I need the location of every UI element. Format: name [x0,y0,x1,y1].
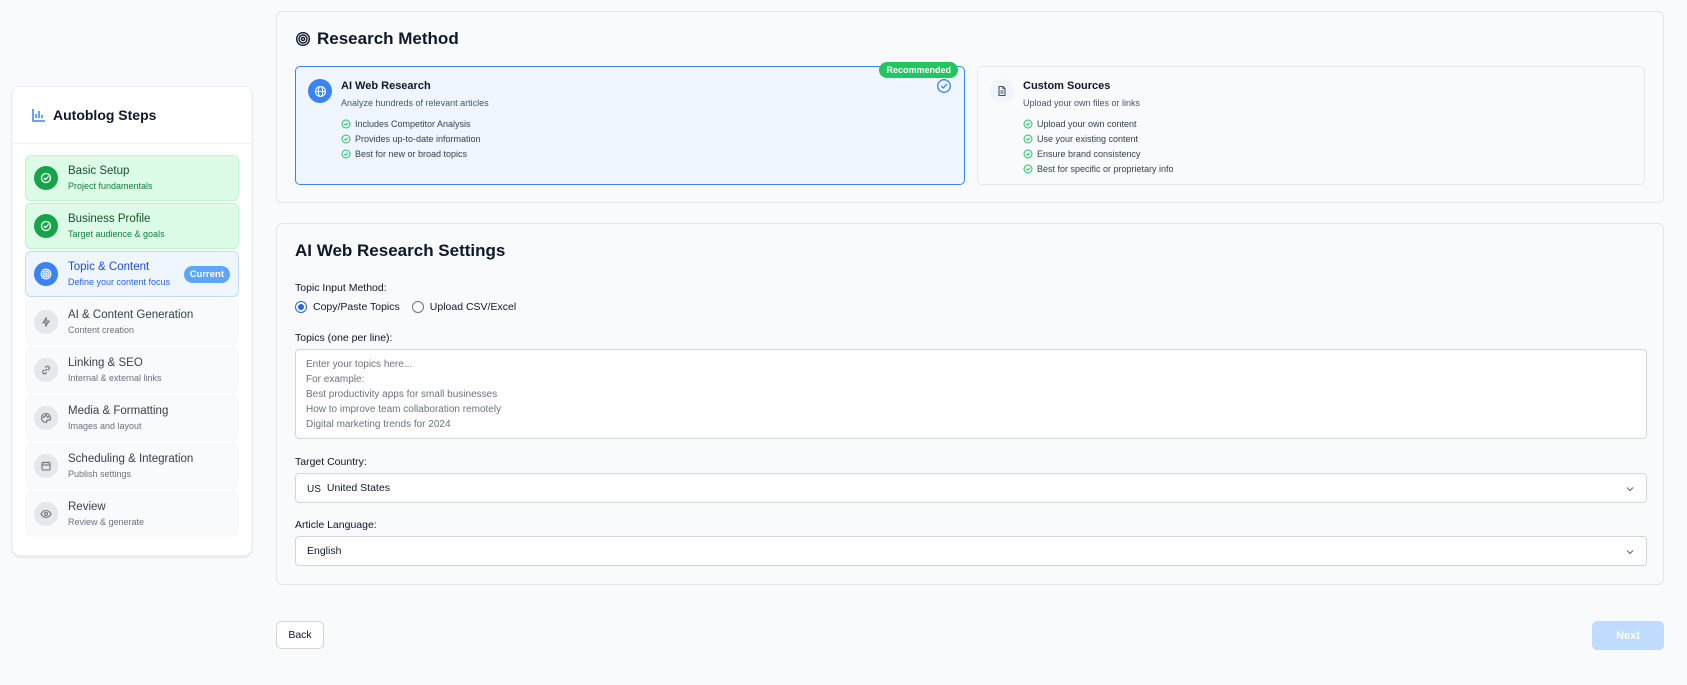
chevron-down-icon [1624,546,1636,558]
radio-label: Copy/Paste Topics [313,301,400,313]
step-sublabel: Define your content focus [68,277,171,287]
check-circle-icon [34,166,58,190]
lightning-icon [34,310,58,334]
topics-label: Topics (one per line): [295,332,393,344]
check-circle-icon [1023,119,1033,129]
topics-textarea[interactable]: Enter your topics here... For example: B… [295,349,1647,439]
feature-text: Use your existing content [1037,133,1139,144]
check-circle-icon [1023,149,1033,159]
link-icon [34,358,58,382]
feature-text: Ensure brand consistency [1037,148,1141,159]
target-country-select[interactable]: US United States [295,473,1647,503]
step-ai-content-generation[interactable]: AI & Content Generation Content creation [25,299,239,345]
radio-unselected-icon[interactable] [411,301,424,313]
step-sublabel: Project fundamentals [68,181,153,191]
sidebar-title: Autoblog Steps [53,107,157,123]
step-sublabel: Content creation [68,325,135,335]
option-title: Custom Sources [1023,80,1111,92]
option-description: Upload your own files or links [1023,98,1141,108]
topic-input-method-label: Topic Input Method: [295,282,387,294]
step-label: AI & Content Generation [68,309,194,321]
topic-input-method-group: Copy/Paste Topics Upload CSV/Excel [295,301,528,313]
step-label: Scheduling & Integration [68,453,194,465]
step-sublabel: Images and layout [68,421,142,431]
feature-list: Includes Competitor Analysis Provides up… [341,116,481,161]
option-title: AI Web Research [341,80,431,92]
step-label: Topic & Content [68,261,150,273]
option-ai-web-research[interactable]: Recommended AI Web Research Analyze hund… [295,62,965,185]
recommended-badge: Recommended [879,62,958,78]
feature-text: Best for specific or proprietary info [1037,163,1174,174]
check-circle-icon [1023,134,1033,144]
step-media-formatting[interactable]: Media & Formatting Images and layout [25,395,239,441]
step-sublabel: Target audience & goals [68,229,165,239]
check-circle-icon [341,134,351,144]
file-text-icon [990,79,1014,103]
calendar-icon [34,454,58,478]
step-linking-seo[interactable]: Linking & SEO Internal & external links [25,347,239,393]
check-circle-icon [341,119,351,129]
step-sublabel: Review & generate [68,517,145,527]
list-item: Ensure brand consistency [1023,146,1174,161]
step-business-profile[interactable]: Business Profile Target audience & goals [25,203,239,249]
list-item: Best for specific or proprietary info [1023,161,1174,176]
list-item: Best for new or broad topics [341,146,481,161]
target-icon [295,31,311,47]
radio-selected-icon[interactable] [295,301,307,313]
radio-label: Upload CSV/Excel [429,301,517,313]
feature-text: Upload your own content [1037,118,1137,129]
autoblog-steps-sidebar: Autoblog Steps Basic Setup Project funda… [12,86,252,556]
feature-text: Provides up-to-date information [355,133,481,144]
eye-icon [34,502,58,526]
select-value: United States [326,482,390,494]
feature-text: Includes Competitor Analysis [355,118,471,129]
option-description: Analyze hundreds of relevant articles [341,98,489,108]
check-circle-icon [341,149,351,159]
step-label: Linking & SEO [68,357,143,369]
select-value: English [307,545,342,557]
article-language-select[interactable]: English [295,536,1647,566]
check-circle-icon [34,214,58,238]
sidebar-header: Autoblog Steps [13,87,251,144]
step-topic-content[interactable]: Topic & Content Define your content focu… [25,251,239,297]
list-item: Use your existing content [1023,131,1174,146]
ai-web-research-settings-card: AI Web Research Settings Topic Input Met… [276,223,1664,585]
step-label: Review [68,501,106,513]
radio-copy-paste[interactable]: Copy/Paste Topics [295,301,400,313]
globe-icon [308,79,332,103]
check-circle-icon [1023,164,1033,174]
list-item: Upload your own content [1023,116,1174,131]
list-item: Provides up-to-date information [341,131,481,146]
step-scheduling-integration[interactable]: Scheduling & Integration Publish setting… [25,443,239,489]
chevron-down-icon [1624,483,1636,495]
step-sublabel: Internal & external links [68,373,162,383]
step-label: Business Profile [68,213,151,225]
check-circle-icon [936,78,952,94]
bar-chart-icon [31,107,47,123]
step-review[interactable]: Review Review & generate [25,491,239,537]
current-badge: Current [183,266,230,283]
feature-text: Best for new or broad topics [355,148,468,159]
step-sublabel: Publish settings [68,469,132,479]
next-button[interactable]: Next [1592,621,1664,650]
target-icon [34,262,58,286]
step-label: Media & Formatting [68,405,169,417]
article-language-label: Article Language: [295,519,377,531]
palette-icon [34,406,58,430]
option-custom-sources[interactable]: Custom Sources Upload your own files or … [977,66,1645,185]
settings-title: AI Web Research Settings [295,241,506,260]
step-basic-setup[interactable]: Basic Setup Project fundamentals [25,155,239,201]
research-method-card: Research Method Recommended AI Web Resea… [276,11,1664,203]
flag-us-icon: US [307,483,321,495]
back-button[interactable]: Back [276,621,324,649]
target-country-label: Target Country: [295,456,367,468]
step-label: Basic Setup [68,165,130,177]
feature-list: Upload your own content Use your existin… [1023,116,1174,176]
research-method-title: Research Method [317,29,459,48]
radio-upload-csv[interactable]: Upload CSV/Excel [411,301,517,313]
list-item: Includes Competitor Analysis [341,116,481,131]
research-method-heading: Research Method [295,29,459,49]
